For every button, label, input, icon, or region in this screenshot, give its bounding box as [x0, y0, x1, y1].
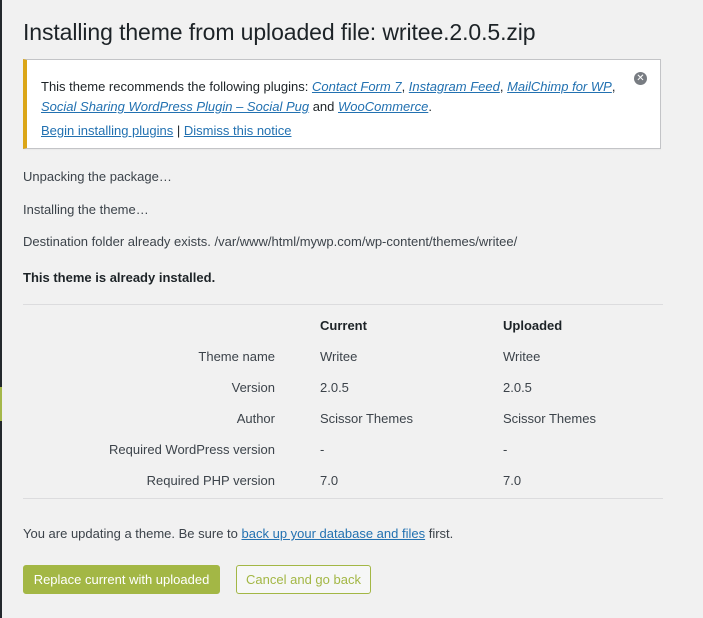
column-header-uploaded: Uploaded	[503, 318, 563, 333]
plugin-link-mailchimp[interactable]: MailChimp for WP	[507, 79, 612, 94]
divider	[23, 498, 663, 499]
row-label: Theme name	[198, 349, 275, 364]
notice-intro: This theme recommends the following plug…	[41, 79, 312, 94]
close-icon[interactable]: ✕	[634, 72, 647, 85]
table-row: Theme name Writee Writee	[23, 349, 663, 380]
already-installed-message: This theme is already installed.	[23, 270, 216, 285]
plugin-recommendation-notice: This theme recommends the following plug…	[23, 59, 661, 149]
current-value: -	[320, 442, 325, 457]
current-value: 2.0.5	[320, 380, 349, 395]
page-title: Installing theme from uploaded file: wri…	[23, 19, 536, 45]
table-row: Author Scissor Themes Scissor Themes	[23, 411, 663, 442]
current-value: Writee	[320, 349, 358, 364]
column-header-current: Current	[320, 318, 367, 333]
uploaded-value: -	[503, 442, 508, 457]
row-label: Required WordPress version	[109, 442, 275, 457]
notice-message: This theme recommends the following plug…	[41, 77, 623, 117]
plugin-link-contact-form-7[interactable]: Contact Form 7	[312, 79, 402, 94]
table-row: Required WordPress version - -	[23, 442, 663, 473]
begin-installing-plugins-link[interactable]: Begin installing plugins	[41, 123, 173, 138]
backup-reminder-end: first.	[425, 526, 454, 541]
admin-menu-edge	[0, 0, 2, 618]
divider: |	[173, 123, 184, 138]
uploaded-value: Writee	[503, 349, 541, 364]
table-header-row: Current Uploaded	[23, 318, 663, 349]
theme-comparison-table: Current Uploaded Theme name Writee Write…	[23, 318, 663, 504]
row-label: Version	[231, 380, 275, 395]
table-row: Version 2.0.5 2.0.5	[23, 380, 663, 411]
notice-actions: Begin installing plugins | Dismiss this …	[41, 123, 292, 138]
uploaded-value: Scissor Themes	[503, 411, 596, 426]
plugin-link-instagram-feed[interactable]: Instagram Feed	[409, 79, 500, 94]
backup-reminder-text: You are updating a theme. Be sure to	[23, 526, 242, 541]
admin-menu-active-marker	[0, 387, 2, 421]
plugin-link-social-pug[interactable]: Social Sharing WordPress Plugin – Social…	[41, 99, 309, 114]
separator: ,	[611, 79, 616, 94]
separator-and: and	[309, 99, 339, 114]
current-value: 7.0	[320, 473, 339, 488]
uploaded-value: 7.0	[503, 473, 522, 488]
backup-link[interactable]: back up your database and files	[242, 526, 426, 541]
divider	[23, 304, 663, 305]
separator: ,	[499, 79, 508, 94]
period: .	[428, 99, 432, 114]
table-row: Required PHP version 7.0 7.0	[23, 473, 663, 504]
uploaded-value: 2.0.5	[503, 380, 532, 395]
log-unpacking: Unpacking the package…	[23, 169, 172, 184]
dismiss-notice-link[interactable]: Dismiss this notice	[184, 123, 292, 138]
log-destination: Destination folder already exists. /var/…	[23, 234, 518, 249]
replace-current-button[interactable]: Replace current with uploaded	[23, 565, 220, 594]
separator: ,	[401, 79, 409, 94]
log-installing: Installing the theme…	[23, 202, 149, 217]
current-value: Scissor Themes	[320, 411, 413, 426]
row-label: Required PHP version	[146, 473, 275, 488]
backup-reminder: You are updating a theme. Be sure to bac…	[23, 526, 453, 541]
cancel-button[interactable]: Cancel and go back	[236, 565, 371, 594]
plugin-link-woocommerce[interactable]: WooCommerce	[338, 99, 428, 114]
row-label: Author	[236, 411, 275, 426]
